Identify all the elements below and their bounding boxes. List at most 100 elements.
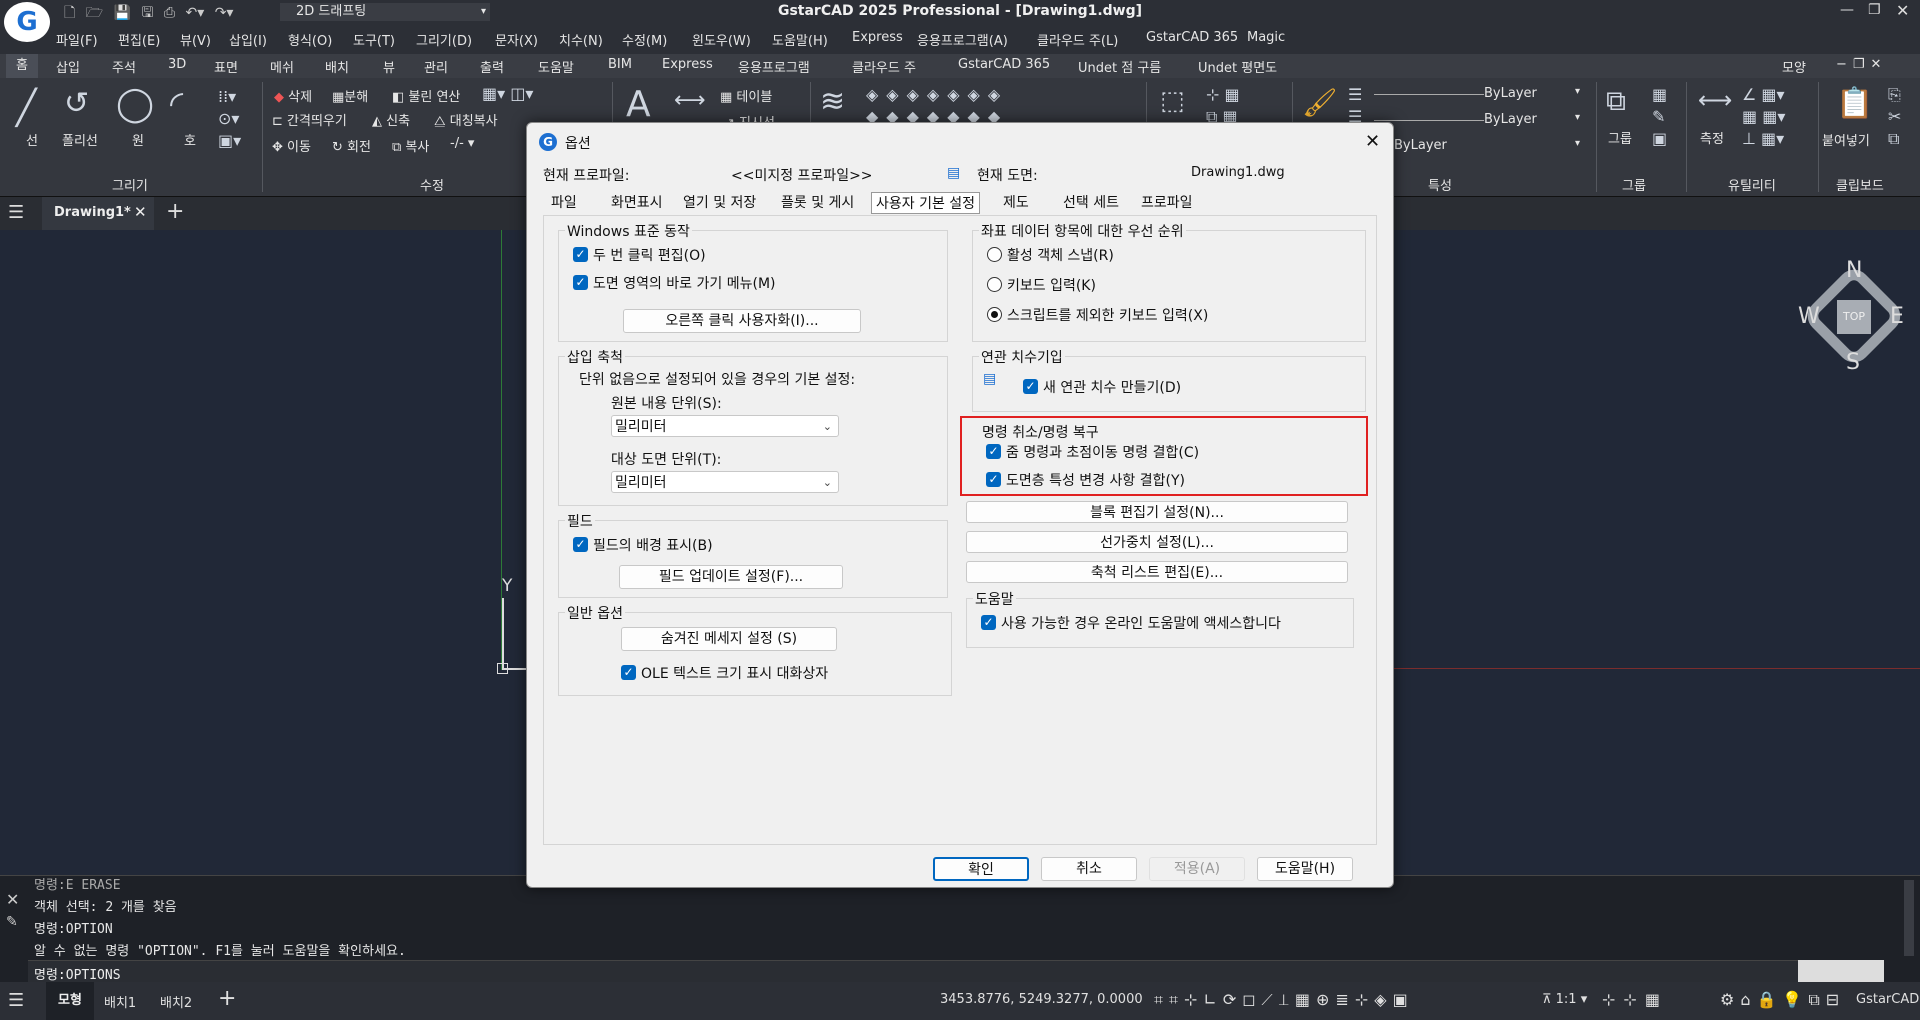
tab-undet-pointcloud[interactable]: Undet 점 구름 <box>1078 57 1161 76</box>
group-tools-icons[interactable]: ▦ ✎ ▣ <box>1652 84 1667 150</box>
tab-help[interactable]: 도움말 <box>538 57 574 76</box>
status-tool-icons[interactable]: ⊹⊹▦ <box>1602 990 1668 1009</box>
ribbon-appearance[interactable]: 모양 <box>1782 57 1806 76</box>
compass-east[interactable]: E <box>1890 304 1904 329</box>
apply-button[interactable]: 적용(A) <box>1149 857 1245 881</box>
viewcube[interactable]: TOP N S E W <box>1798 258 1908 375</box>
compass-south[interactable]: S <box>1846 350 1860 375</box>
block-insert-icon[interactable]: ⬚ <box>1160 86 1185 116</box>
tab-mesh[interactable]: 메쉬 <box>270 57 294 76</box>
close-icon[interactable]: ✕ <box>6 890 19 909</box>
tab-profiles[interactable]: 프로파일 <box>1141 192 1193 214</box>
running-osnap-radio[interactable] <box>987 247 1002 262</box>
command-input-scroll[interactable] <box>1798 960 1884 982</box>
menu-window[interactable]: 윈도우(W) <box>692 30 751 49</box>
dblclick-edit-checkbox[interactable]: ✓ <box>573 247 588 262</box>
keyboard-except-scripts-radio[interactable] <box>987 307 1002 322</box>
rotate-button[interactable]: ↻ 회전 <box>332 136 371 155</box>
minimize-button[interactable]: — <box>1840 2 1854 18</box>
command-scrollbar[interactable] <box>1904 880 1914 956</box>
menu-draw[interactable]: 그리기(D) <box>416 30 472 49</box>
tab-open-save[interactable]: 열기 및 저장 <box>683 192 756 214</box>
menu-insert[interactable]: 삽입(I) <box>229 30 267 49</box>
menu-view[interactable]: 뷰(V) <box>180 30 211 49</box>
tab-bim[interactable]: BIM <box>608 57 632 72</box>
tab-applications[interactable]: 응용프로그램 <box>738 57 810 76</box>
restore-button[interactable]: ❐ <box>1868 2 1881 18</box>
field-update-button[interactable]: 필드 업데이트 설정(F)... <box>619 565 843 589</box>
group-icon[interactable]: ⧉ <box>1606 84 1626 118</box>
tab-drafting[interactable]: 제도 <box>1003 192 1029 214</box>
boolean-button[interactable]: ◧ 불린 연산 <box>392 86 460 105</box>
linetype-bylayer-select[interactable]: ByLayer ▾ <box>1370 110 1584 130</box>
color-bylayer-select[interactable]: ByLayer ▾ <box>1370 84 1584 104</box>
menu-gstarcad365[interactable]: GstarCAD 365 <box>1146 30 1238 45</box>
polyline-icon[interactable]: ↺ <box>64 86 89 121</box>
menu-text[interactable]: 문자(X) <box>495 30 538 49</box>
paste-icon[interactable]: 📋 <box>1836 86 1873 121</box>
tab-gstarcad365[interactable]: GstarCAD 365 <box>958 57 1050 72</box>
hamburger-menu-icon[interactable]: ☰ <box>8 990 24 1011</box>
tab-express[interactable]: Express <box>662 57 713 72</box>
tab-selection[interactable]: 선택 세트 <box>1063 192 1119 214</box>
menu-cloud[interactable]: 클라우드 주(L) <box>1037 30 1118 49</box>
tab-files[interactable]: 파일 <box>551 192 577 214</box>
help-button[interactable]: 도움말(H) <box>1257 857 1353 881</box>
add-layout-icon[interactable]: + <box>218 986 236 1011</box>
tab-surface[interactable]: 표면 <box>214 57 238 76</box>
delete-button[interactable]: ◆ 삭제 <box>274 86 312 105</box>
menu-edit[interactable]: 편집(E) <box>118 30 160 49</box>
panel-group-label[interactable]: 그룹 <box>1622 175 1646 194</box>
panel-properties-label[interactable]: 특성 <box>1428 175 1452 194</box>
command-input[interactable]: 명령:OPTIONS <box>28 960 1798 983</box>
tab-manage[interactable]: 관리 <box>424 57 448 76</box>
source-units-select[interactable]: 밀리미터 ⌄ <box>611 415 839 437</box>
dimension-icon[interactable]: ⟷ <box>674 88 706 113</box>
panel-clipboard-label[interactable]: 클립보드 <box>1836 175 1884 194</box>
document-tab-drawing1[interactable]: Drawing1* ✕ <box>42 197 154 230</box>
layer-properties-icon[interactable]: ≋ <box>820 84 845 119</box>
cancel-button[interactable]: 취소 <box>1041 857 1137 881</box>
keyboard-entry-radio[interactable] <box>987 277 1002 292</box>
mirror-button[interactable]: ⧋ 대칭복사 <box>434 110 498 129</box>
menu-applications[interactable]: 응용프로그램(A) <box>917 30 1008 49</box>
compass-north[interactable]: N <box>1846 258 1862 283</box>
tab-3d[interactable]: 3D <box>168 57 186 72</box>
tab-home[interactable]: 홈 <box>6 54 38 78</box>
shortcut-menu-checkbox[interactable]: ✓ <box>573 275 588 290</box>
match-properties-icon[interactable]: 🖌 <box>1302 86 1338 119</box>
app-logo-icon[interactable]: G <box>4 2 50 42</box>
tab-plot-publish[interactable]: 플롯 및 게시 <box>781 192 854 214</box>
utility-tools-icons[interactable]: ∠ ▦▾ ▦ ▦▾ ⊥ ▦▾ <box>1742 84 1785 150</box>
viewcube-top-face[interactable]: TOP <box>1837 300 1871 334</box>
circle-icon[interactable]: ◯ <box>116 84 154 124</box>
new-assoc-dim-checkbox[interactable]: ✓ <box>1023 379 1038 394</box>
tab-annotate[interactable]: 주석 <box>112 57 136 76</box>
annotation-scale[interactable]: ⊼ 1:1 ▾ <box>1542 992 1587 1007</box>
draw-more-icons[interactable]: ⁞⁞▾ ⊙▾ ▣▾ <box>218 86 241 152</box>
tab-view[interactable]: 뷰 <box>383 57 395 76</box>
dialog-close-button[interactable]: ✕ <box>1365 131 1380 152</box>
array-icon[interactable]: ▦▾ ◫▾ <box>482 84 533 103</box>
ok-button[interactable]: 확인 <box>933 857 1029 881</box>
panel-draw-label[interactable]: 그리기 <box>112 175 148 194</box>
tab-layout[interactable]: 배치 <box>325 57 349 76</box>
online-help-checkbox[interactable]: ✓ <box>981 615 996 630</box>
table-button[interactable]: ▦ 테이블 <box>720 86 772 105</box>
menu-file[interactable]: 파일(F) <box>56 30 98 49</box>
panel-modify-label[interactable]: 수정 <box>420 175 444 194</box>
copy-button[interactable]: ⧉ 복사 <box>392 136 429 155</box>
new-tab-icon[interactable]: + <box>166 199 184 224</box>
close-button[interactable]: ✕ <box>1896 1 1909 20</box>
move-button[interactable]: ✥ 이동 <box>272 136 311 155</box>
target-units-select[interactable]: 밀리미터 ⌄ <box>611 471 839 493</box>
tab-output[interactable]: 출력 <box>480 57 504 76</box>
clipboard-tools-icons[interactable]: ⎘ ✂ ⧉ <box>1888 84 1901 150</box>
compass-west[interactable]: W <box>1798 304 1820 329</box>
trim-icon[interactable]: -/- ▾ <box>450 136 474 151</box>
customize-icon[interactable]: ✎ <box>6 914 18 930</box>
ribbon-window-controls[interactable]: −❐✕ <box>1836 57 1887 72</box>
status-toggle-icons[interactable]: ⌗⌗⊹∟⟳◻⟋⟂▦⊕≣⊹◈▣ <box>1154 990 1414 1010</box>
stretch-button[interactable]: ◭ 신축 <box>372 110 410 129</box>
field-background-checkbox[interactable]: ✓ <box>573 537 588 552</box>
